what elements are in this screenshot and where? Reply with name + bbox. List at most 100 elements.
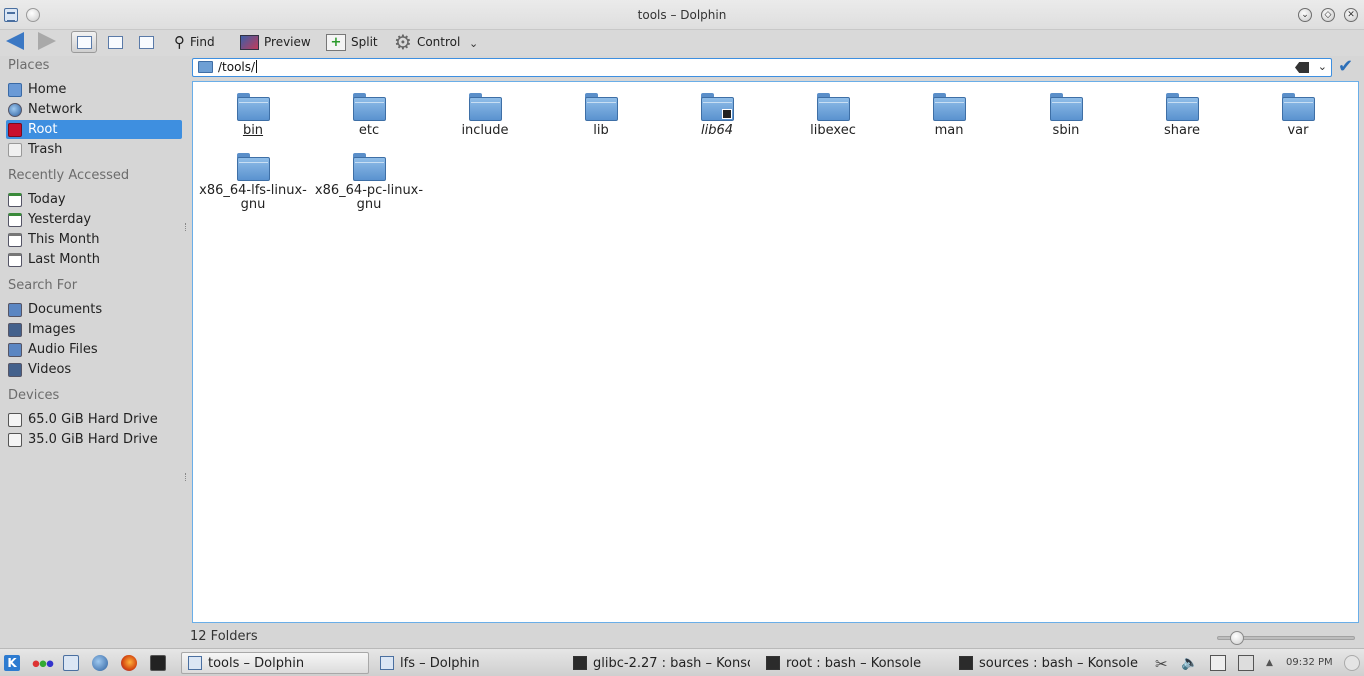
zoom-slider-handle[interactable] (1230, 631, 1244, 645)
calendar-yesterday-icon (8, 212, 22, 227)
compact-view-button[interactable] (102, 31, 128, 53)
file-name: libexec (810, 123, 856, 138)
find-button[interactable]: ⚲ Find (174, 30, 215, 54)
details-view-button[interactable] (133, 31, 159, 53)
confirm-location-checkmark-icon[interactable]: ✔ (1338, 56, 1353, 77)
sidebar-item-hard-drive-35[interactable]: 35.0 GiB Hard Drive (6, 430, 182, 449)
network-disconnected-icon[interactable] (1238, 655, 1254, 671)
sidebar-item-home[interactable]: Home (6, 80, 182, 99)
root-drive-icon (8, 122, 22, 137)
folder-item-include[interactable]: include (430, 93, 540, 138)
clipboard-icon[interactable] (1210, 655, 1226, 671)
sidebar-item-root[interactable]: Root (6, 120, 182, 139)
binoculars-icon: ⚲ (174, 33, 185, 51)
minimize-button[interactable]: ⌄ (1298, 8, 1312, 22)
scissors-icon[interactable]: ✂ (1155, 655, 1171, 673)
folder-item-x86_64-lfs-linux-gnu[interactable]: x86_64-lfs-linux-gnu (198, 153, 308, 212)
sidebar-item-audio-files[interactable]: Audio Files (6, 340, 182, 359)
folder-icon (584, 93, 618, 121)
forward-arrow-icon[interactable] (38, 32, 56, 50)
firefox-launcher-icon[interactable] (121, 655, 137, 671)
folder-item-lib[interactable]: lib (546, 93, 656, 138)
folder-item-var[interactable]: var (1243, 93, 1353, 138)
konsole-icon (959, 656, 973, 670)
folder-item-libexec[interactable]: libexec (778, 93, 888, 138)
folder-item-sbin[interactable]: sbin (1011, 93, 1121, 138)
back-arrow-icon[interactable] (6, 32, 24, 50)
sidebar-item-images[interactable]: Images (6, 320, 182, 339)
panel-splitter-handle[interactable] (185, 473, 188, 481)
calendar-today-icon (8, 192, 22, 207)
sidebar-item-hard-drive-65[interactable]: 65.0 GiB Hard Drive (6, 410, 182, 429)
folder-symlink-icon (700, 93, 734, 121)
split-button[interactable]: + Split (326, 30, 378, 54)
hard-drive-icon (8, 432, 22, 447)
folder-item-x86_64-pc-linux-gnu[interactable]: x86_64-pc-linux-gnu (314, 153, 424, 212)
folder-item-lib64[interactable]: lib64 (662, 93, 772, 138)
home-icon (8, 82, 22, 97)
task-lfs-dolphin[interactable]: lfs – Dolphin (374, 652, 564, 674)
hard-drive-icon (8, 412, 22, 427)
videos-icon (8, 362, 22, 377)
file-view[interactable]: bin etc include lib lib64 libexec man sb… (192, 81, 1359, 623)
task-sources-konsole[interactable]: sources : bash – Konsole (953, 652, 1143, 674)
split-view-icon: + (326, 33, 346, 51)
task-tools-dolphin[interactable]: tools – Dolphin (181, 652, 369, 674)
kde-menu-icon[interactable]: K (4, 655, 20, 671)
title-bar: tools – Dolphin ⌄ ◇ ✕ (0, 0, 1364, 30)
konsole-launcher-icon[interactable] (150, 655, 166, 671)
file-name: x86_64-lfs-linux-gnu (199, 183, 307, 212)
sidebar-item-yesterday[interactable]: Yesterday (6, 210, 182, 229)
dolphin-icon (188, 656, 202, 670)
folder-icon (198, 61, 213, 73)
network-icon (8, 102, 22, 117)
sidebar-item-trash[interactable]: Trash (6, 140, 182, 159)
folder-item-man[interactable]: man (894, 93, 1004, 138)
recently-accessed-heading: Recently Accessed (8, 168, 130, 183)
preview-button[interactable]: Preview (240, 30, 311, 54)
folder-icon (236, 153, 270, 181)
location-history-dropdown-icon[interactable]: ⌄ (1318, 60, 1327, 73)
panel-toolbox-icon[interactable] (1344, 655, 1360, 671)
folder-item-share[interactable]: share (1127, 93, 1237, 138)
maximize-button[interactable]: ◇ (1321, 8, 1335, 22)
file-name: man (934, 123, 964, 138)
control-button[interactable]: ⚙ Control (394, 30, 460, 54)
sidebar-item-documents[interactable]: Documents (6, 300, 182, 319)
file-name: lib (593, 123, 609, 138)
task-glibc-konsole[interactable]: glibc-2.27 : bash – Konsole (567, 652, 750, 674)
task-root-konsole[interactable]: root : bash – Konsole (760, 652, 948, 674)
location-path[interactable]: /tools/ (218, 60, 257, 74)
clock[interactable]: 09:32 PM (1286, 657, 1333, 668)
trash-icon (8, 142, 22, 157)
activities-icon[interactable] (32, 655, 54, 671)
tray-expand-arrow-icon[interactable]: ▲ (1266, 658, 1282, 674)
window-title: tools – Dolphin (637, 8, 727, 22)
folder-icon (352, 153, 386, 181)
dolphin-launcher-icon[interactable] (63, 655, 79, 671)
folder-item-etc[interactable]: etc (314, 93, 424, 138)
file-name: bin (242, 123, 264, 138)
taskbar: K tools – Dolphin lfs – Dolphin glibc-2.… (0, 648, 1364, 676)
audio-icon (8, 342, 22, 357)
sidebar-item-network[interactable]: Network (6, 100, 182, 119)
clear-location-icon[interactable] (1295, 62, 1309, 73)
location-bar[interactable]: /tools/ ⌄ (192, 58, 1332, 77)
images-icon (8, 322, 22, 337)
folder-item-bin[interactable]: bin (198, 93, 308, 138)
sidebar-item-last-month[interactable]: Last Month (6, 250, 182, 269)
panel-splitter-handle[interactable] (185, 223, 188, 231)
preview-icon (240, 34, 259, 50)
sidebar-item-today[interactable]: Today (6, 190, 182, 209)
sidebar-item-this-month[interactable]: This Month (6, 230, 182, 249)
toolbar-overflow-chevron-icon[interactable]: ⌄ (469, 37, 478, 50)
close-button[interactable]: ✕ (1344, 8, 1358, 22)
file-name: sbin (1052, 123, 1080, 138)
konqueror-launcher-icon[interactable] (92, 655, 108, 671)
file-name: var (1287, 123, 1309, 138)
icons-view-button[interactable] (71, 31, 97, 53)
volume-icon[interactable]: 🔈 (1181, 655, 1198, 671)
documents-icon (8, 302, 22, 317)
sidebar-item-videos[interactable]: Videos (6, 360, 182, 379)
file-name: share (1163, 123, 1201, 138)
